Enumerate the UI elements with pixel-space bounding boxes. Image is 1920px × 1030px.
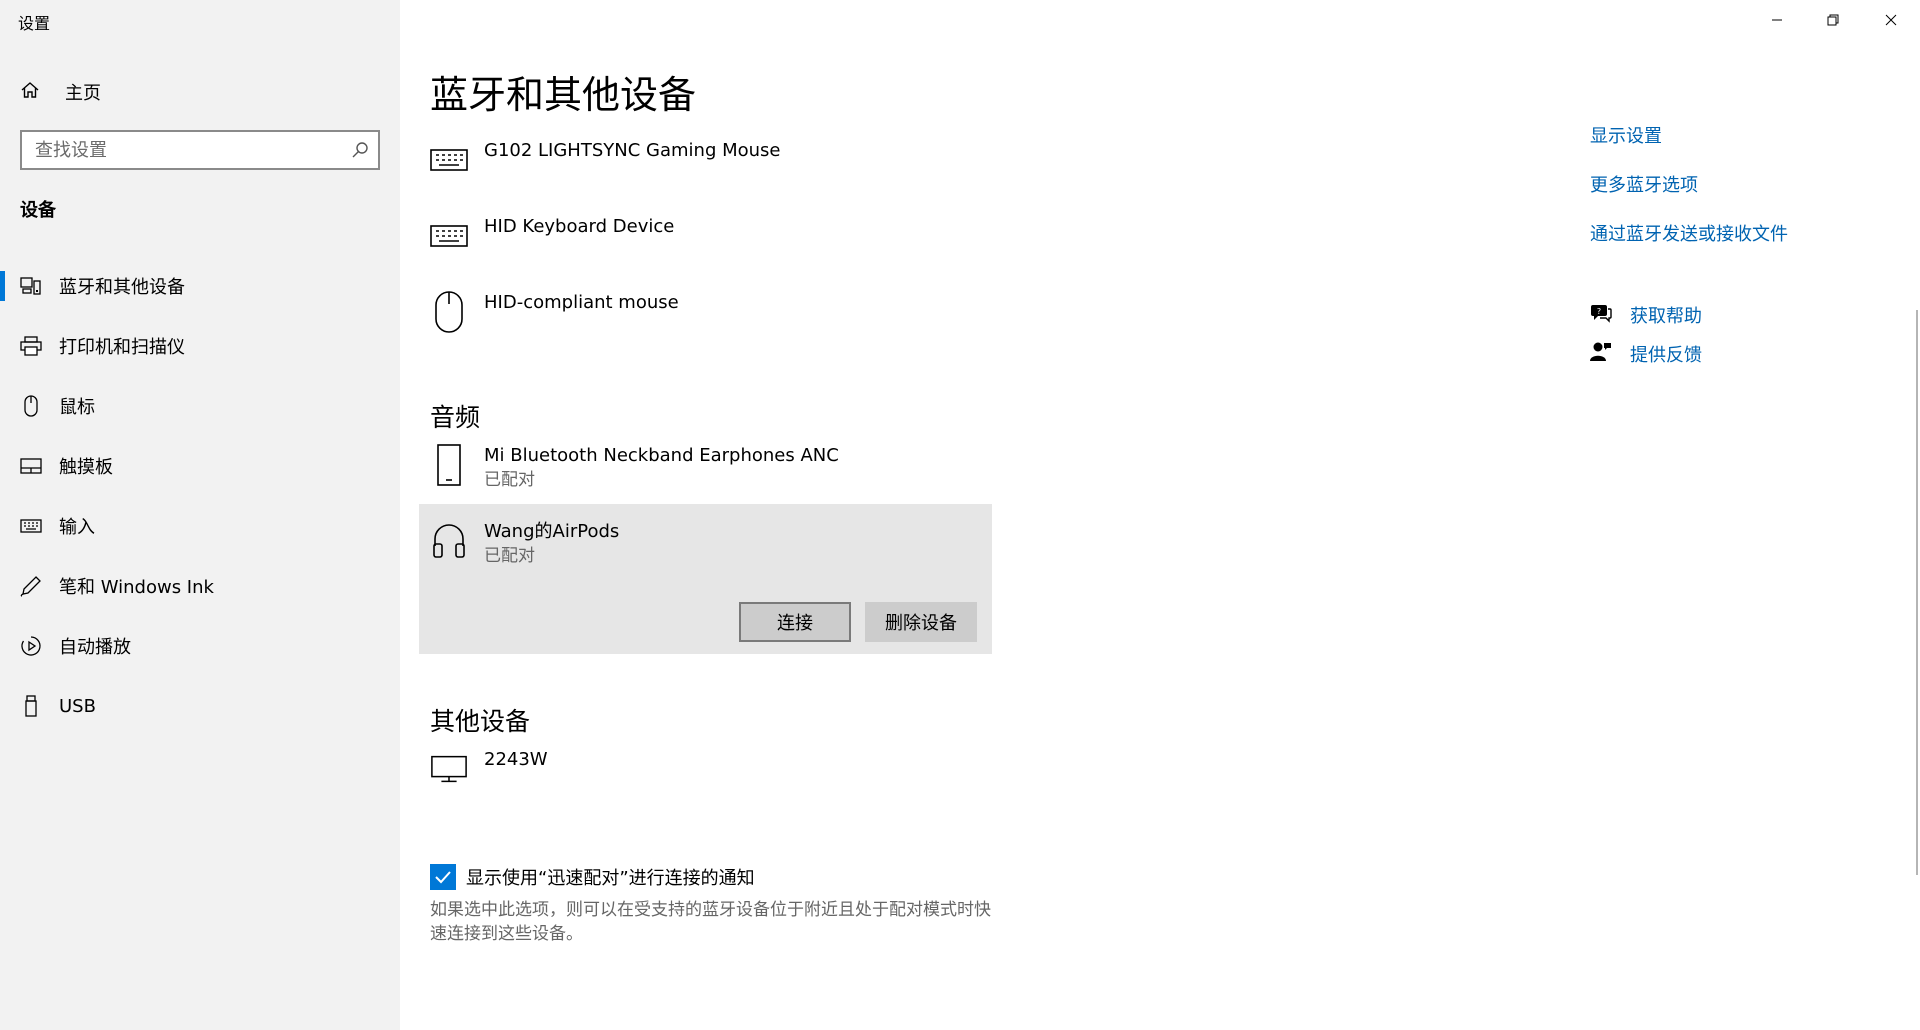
give-feedback-label: 提供反馈 bbox=[1630, 345, 1702, 366]
sidebar-item-label: 笔和 Windows Ink bbox=[59, 577, 214, 598]
device-name: HID-compliant mouse bbox=[484, 292, 679, 313]
mouse-icon bbox=[20, 395, 42, 417]
device-name: 2243W bbox=[484, 749, 548, 770]
feedback-icon bbox=[1590, 341, 1612, 367]
home-icon bbox=[20, 80, 40, 104]
device-name: G102 LIGHTSYNC Gaming Mouse bbox=[484, 140, 781, 161]
bluetooth-devices-icon bbox=[20, 275, 42, 297]
swift-pair-label: 显示使用“迅速配对”进行连接的通知 bbox=[466, 868, 755, 889]
main-content: 蓝牙和其他设备 G102 LIGHTSYNC Gaming Mouse HID … bbox=[400, 0, 1920, 1030]
device-item-hid-mouse[interactable]: HID-compliant mouse bbox=[430, 291, 679, 333]
sidebar-item-pen[interactable]: 笔和 Windows Ink bbox=[0, 556, 400, 616]
scrollbar[interactable] bbox=[1916, 310, 1918, 875]
sidebar-item-label: 蓝牙和其他设备 bbox=[59, 277, 185, 298]
swift-pair-checkbox-row[interactable]: 显示使用“迅速配对”进行连接的通知 bbox=[430, 864, 755, 890]
device-item-2243w[interactable]: 2243W bbox=[430, 748, 548, 788]
device-name: Wang的AirPods bbox=[484, 521, 620, 542]
sidebar-item-label: 输入 bbox=[59, 517, 95, 538]
give-feedback-link[interactable]: 提供反馈 bbox=[1590, 341, 1702, 367]
sidebar-item-printers[interactable]: 打印机和扫描仪 bbox=[0, 316, 400, 376]
home-nav-item[interactable]: 主页 bbox=[20, 78, 101, 106]
device-item-airpods[interactable]: Wang的AirPods 已配对 bbox=[430, 520, 619, 568]
sidebar-item-mouse[interactable]: 鼠标 bbox=[0, 376, 400, 436]
search-input[interactable] bbox=[22, 132, 342, 168]
display-settings-link[interactable]: 显示设置 bbox=[1590, 122, 1662, 148]
audio-heading: 音频 bbox=[430, 403, 481, 432]
sidebar-item-typing[interactable]: 输入 bbox=[0, 496, 400, 556]
send-receive-bluetooth-files-link[interactable]: 通过蓝牙发送或接收文件 bbox=[1590, 220, 1788, 246]
mouse-icon bbox=[430, 291, 468, 333]
touchpad-icon bbox=[20, 455, 42, 477]
device-item-mi-earphones[interactable]: Mi Bluetooth Neckband Earphones ANC 已配对 bbox=[430, 444, 839, 492]
sidebar-item-autoplay[interactable]: 自动播放 bbox=[0, 616, 400, 676]
remove-device-button[interactable]: 删除设备 bbox=[865, 602, 977, 642]
device-status: 已配对 bbox=[484, 546, 535, 566]
device-item-g102[interactable]: G102 LIGHTSYNC Gaming Mouse bbox=[430, 139, 781, 179]
page-title: 蓝牙和其他设备 bbox=[430, 73, 697, 117]
monitor-icon bbox=[430, 750, 468, 788]
sidebar-nav: 蓝牙和其他设备 打印机和扫描仪 鼠标 触摸板 输入 笔和 Windows Ink… bbox=[0, 256, 400, 736]
sidebar-item-label: 触摸板 bbox=[59, 457, 113, 478]
checkmark-icon bbox=[435, 871, 451, 884]
home-label: 主页 bbox=[65, 83, 101, 104]
get-help-label: 获取帮助 bbox=[1630, 306, 1702, 327]
help-chat-icon: ? bbox=[1590, 303, 1612, 327]
device-name: HID Keyboard Device bbox=[484, 216, 675, 237]
section-heading: 设备 bbox=[20, 200, 56, 221]
sidebar-item-label: 鼠标 bbox=[59, 397, 95, 418]
sidebar-item-label: 打印机和扫描仪 bbox=[59, 337, 185, 358]
device-item-hid-keyboard[interactable]: HID Keyboard Device bbox=[430, 215, 674, 255]
app-title: 设置 bbox=[18, 14, 51, 33]
pen-icon bbox=[20, 575, 42, 597]
printer-icon bbox=[20, 335, 42, 357]
autoplay-icon bbox=[20, 635, 42, 657]
swift-pair-description: 如果选中此选项，则可以在受支持的蓝牙设备位于附近且处于配对模式时快速连接到这些设… bbox=[430, 900, 991, 944]
sidebar-item-bluetooth[interactable]: 蓝牙和其他设备 bbox=[0, 256, 400, 316]
usb-icon bbox=[20, 695, 42, 717]
sidebar: 设置 主页 设备 蓝牙和其他设备 打印机和扫描仪 bbox=[0, 0, 400, 1030]
sidebar-item-touchpad[interactable]: 触摸板 bbox=[0, 436, 400, 496]
sidebar-item-label: 自动播放 bbox=[59, 637, 131, 658]
keyboard-icon bbox=[20, 515, 42, 537]
connect-button[interactable]: 连接 bbox=[739, 602, 851, 642]
svg-text:?: ? bbox=[1597, 307, 1601, 316]
device-name: Mi Bluetooth Neckband Earphones ANC bbox=[484, 445, 839, 466]
headphones-icon bbox=[430, 522, 468, 560]
swift-pair-checkbox[interactable] bbox=[430, 864, 456, 890]
phone-icon bbox=[430, 444, 468, 486]
keyboard-icon bbox=[430, 141, 468, 179]
other-devices-heading: 其他设备 bbox=[430, 707, 531, 736]
get-help-link[interactable]: ? 获取帮助 bbox=[1590, 302, 1702, 328]
keyboard-icon bbox=[430, 217, 468, 255]
more-bluetooth-options-link[interactable]: 更多蓝牙选项 bbox=[1590, 171, 1698, 197]
sidebar-item-usb[interactable]: USB bbox=[0, 676, 400, 736]
device-status: 已配对 bbox=[484, 470, 535, 490]
search-box[interactable] bbox=[20, 130, 380, 170]
search-icon[interactable] bbox=[342, 141, 378, 159]
sidebar-item-label: USB bbox=[59, 695, 96, 717]
